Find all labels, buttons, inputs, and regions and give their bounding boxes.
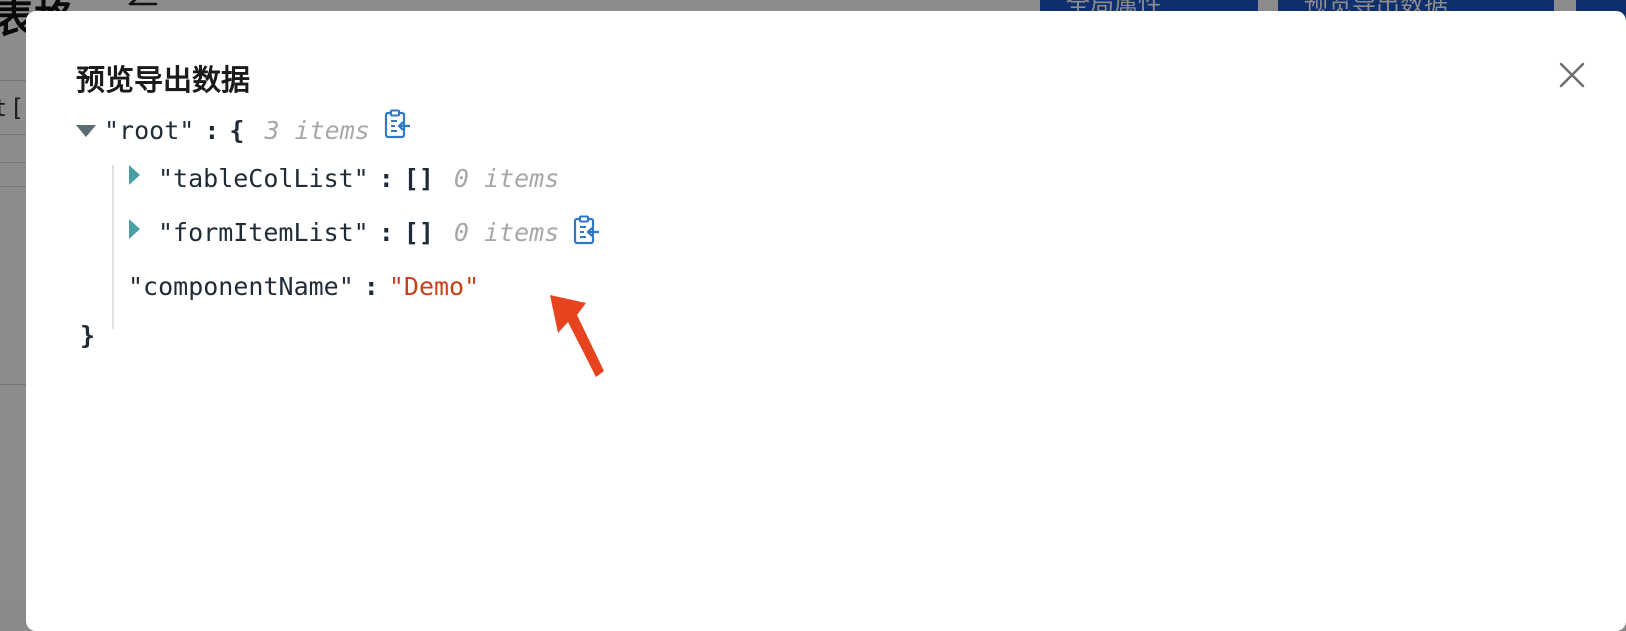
- item-count: 0 items: [453, 164, 560, 193]
- component-name-key: "componentName": [128, 272, 354, 301]
- copy-clipboard-icon[interactable]: [384, 109, 412, 139]
- item-colon: :: [378, 164, 394, 193]
- item-key: "tableColList": [158, 164, 369, 193]
- tree-root-row: "root" : { 3 items: [76, 109, 412, 149]
- tree-item-row: "tableColList" : [] 0 items: [129, 161, 559, 197]
- item-count: 0 items: [453, 218, 560, 247]
- tree-item-row: "componentName" : "Demo": [128, 269, 479, 305]
- item-array-value: []: [403, 218, 434, 247]
- item-key: "formItemList": [158, 218, 369, 247]
- tree-indent-guide: [112, 165, 114, 329]
- item-colon: :: [363, 272, 379, 301]
- root-colon: :: [204, 116, 220, 145]
- caret-down-icon[interactable]: [76, 125, 96, 137]
- root-open-brace: {: [229, 116, 245, 145]
- root-key: "root": [104, 116, 195, 145]
- tree-close-row: }: [80, 318, 95, 354]
- caret-right-icon[interactable]: [129, 165, 140, 185]
- item-colon: :: [378, 218, 394, 247]
- preview-export-modal: 预览导出数据 "root" : { 3 items "tableColList"…: [26, 11, 1626, 631]
- root-close-brace: }: [80, 321, 96, 350]
- red-arrow-annotation: [550, 295, 604, 377]
- json-tree-viewer: "root" : { 3 items "tableColList" : [] 0…: [26, 11, 1626, 631]
- caret-right-icon[interactable]: [129, 219, 140, 239]
- component-name-value: "Demo": [388, 272, 480, 301]
- item-array-value: []: [403, 164, 434, 193]
- copy-clipboard-icon[interactable]: [573, 215, 601, 245]
- root-item-count: 3 items: [264, 116, 370, 145]
- tree-item-row: "formItemList" : [] 0 items: [129, 215, 601, 251]
